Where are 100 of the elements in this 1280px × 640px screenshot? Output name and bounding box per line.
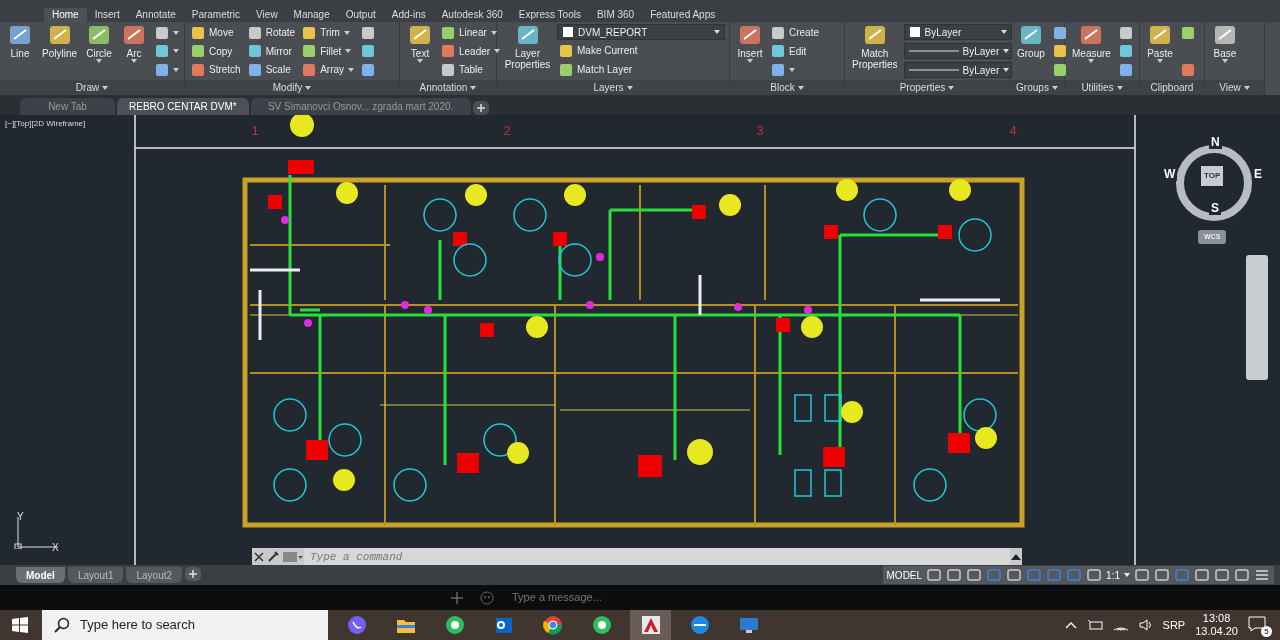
tool-button[interactable]: Layer Properties (501, 24, 554, 80)
notification-icon[interactable] (1248, 616, 1266, 633)
chevron-up-icon[interactable] (1064, 621, 1077, 629)
annotation-scale[interactable]: 1:1 (1106, 567, 1120, 583)
caret-icon[interactable] (173, 67, 180, 72)
compass-west[interactable]: W (1162, 167, 1178, 181)
model-space-toggle[interactable]: MODEL (886, 567, 923, 583)
caret-icon[interactable] (626, 85, 633, 90)
dropdown[interactable]: ByLayer (903, 43, 1012, 59)
caret-icon[interactable] (305, 85, 312, 90)
tool-button[interactable]: Edit (769, 42, 821, 60)
compass-north[interactable]: N (1209, 135, 1222, 149)
caret-icon[interactable] (348, 67, 355, 72)
tool-button[interactable]: Text (404, 24, 436, 80)
ribbon-tab[interactable]: Featured Apps (642, 8, 724, 22)
tool-button[interactable]: Leader (439, 42, 503, 60)
tool-button[interactable]: Create (769, 24, 821, 41)
status-icon[interactable] (1134, 568, 1150, 582)
status-icon[interactable] (946, 568, 963, 582)
menu-icon[interactable] (1254, 568, 1270, 582)
tool-button[interactable]: Match Properties (849, 24, 901, 80)
tool-button[interactable]: Arc (118, 24, 151, 80)
close-icon[interactable] (252, 550, 266, 563)
tool-button[interactable]: Rotate (245, 24, 298, 41)
tool-button[interactable]: Array (300, 61, 357, 78)
tool-button[interactable] (153, 24, 182, 41)
message-input[interactable]: Type a message... (510, 588, 660, 607)
tool-button[interactable] (1179, 61, 1197, 78)
panel-title[interactable]: Modify (272, 80, 303, 95)
tool-button[interactable] (1179, 24, 1197, 41)
language-indicator[interactable]: SRP (1162, 616, 1186, 634)
ribbon-tab[interactable]: Home (44, 8, 87, 22)
caret-icon[interactable] (1003, 68, 1010, 72)
compass-south[interactable]: S (1209, 201, 1221, 215)
tool-button[interactable]: Copy (189, 42, 243, 60)
taskbar-app[interactable] (630, 610, 671, 640)
caret-icon[interactable] (1243, 85, 1250, 90)
caret-icon[interactable] (714, 30, 720, 34)
tool-button[interactable]: Line (4, 24, 36, 80)
caret-icon[interactable] (1116, 85, 1123, 90)
layout-tab[interactable]: Model (16, 567, 65, 583)
expand-icon[interactable] (1010, 552, 1022, 561)
tool-button[interactable]: Paste (1144, 24, 1176, 80)
tool-button[interactable]: Measure (1069, 24, 1114, 80)
caret-icon[interactable] (345, 49, 352, 53)
dropdown[interactable]: ByLayer (903, 24, 1012, 40)
ribbon-tab[interactable]: Express Tools (510, 8, 589, 22)
status-icon[interactable] (1194, 568, 1210, 582)
caret-icon[interactable] (96, 59, 103, 63)
battery-icon[interactable] (1086, 619, 1103, 631)
status-icon[interactable] (1154, 568, 1170, 582)
caret-icon[interactable] (417, 59, 423, 63)
panel-title[interactable]: Layers (593, 80, 624, 95)
viewcube-face[interactable]: TOP (1201, 166, 1224, 186)
search-bar[interactable]: Type here to search (42, 610, 328, 640)
compass-east[interactable]: E (1252, 167, 1264, 181)
search-input[interactable]: Type here to search (78, 614, 308, 636)
caret-icon[interactable] (1124, 573, 1130, 577)
caret-icon[interactable] (490, 30, 497, 35)
ribbon-tab[interactable]: View (248, 8, 286, 22)
caret-icon[interactable] (797, 85, 804, 90)
command-input[interactable]: Type a command (304, 548, 1010, 565)
caret-icon[interactable] (1000, 30, 1007, 34)
panel-title[interactable]: Draw (75, 80, 100, 95)
start-icon[interactable] (12, 617, 28, 633)
tool-button[interactable]: Move (189, 24, 243, 41)
status-icon[interactable] (1086, 568, 1103, 582)
ribbon-tab[interactable]: Autodesk 360 (433, 8, 511, 22)
caret-icon[interactable] (131, 59, 138, 63)
emoji-icon[interactable] (480, 590, 494, 605)
tool-button[interactable]: Fillet (300, 42, 357, 60)
caret-icon[interactable] (1222, 59, 1228, 63)
speaker-icon[interactable] (1138, 619, 1153, 631)
ribbon-tab[interactable]: Insert (86, 8, 128, 22)
dropdown[interactable]: DVM_REPORT (557, 24, 725, 40)
tool-button[interactable]: Polyline (39, 24, 81, 80)
new-tab-icon[interactable] (472, 101, 489, 115)
ribbon-tab[interactable]: Parametric (183, 8, 249, 22)
tool-button[interactable]: Make Current (557, 42, 725, 59)
caret-icon[interactable] (789, 67, 795, 72)
status-icon[interactable] (1006, 568, 1023, 582)
caret-icon[interactable] (1051, 85, 1058, 90)
caret-icon[interactable] (1157, 59, 1163, 63)
status-icon[interactable] (926, 568, 943, 582)
caret-icon[interactable] (173, 30, 180, 35)
status-icon[interactable] (1234, 568, 1250, 582)
tool-button[interactable]: Scale (245, 61, 298, 78)
file-tab[interactable]: SV Simanovci Osnov... zgrada mart 2020. (250, 98, 471, 115)
tool-button[interactable]: Base (1209, 24, 1241, 80)
caret-icon[interactable] (948, 85, 955, 90)
clock-date[interactable]: 13.04.20 (1195, 625, 1238, 638)
caret-icon[interactable] (494, 49, 501, 53)
caret-icon[interactable] (343, 30, 350, 35)
tool-button[interactable]: Match Layer (557, 61, 725, 78)
viewport-label[interactable]: [−][Top][2D Wireframe] (5, 118, 86, 130)
add-layout-icon[interactable] (185, 567, 202, 581)
tool-button[interactable]: Insert (734, 24, 766, 80)
layout-tab[interactable]: Layout2 (126, 567, 183, 583)
tool-button[interactable]: Mirror (245, 42, 298, 60)
file-tab[interactable]: New Tab (20, 98, 115, 115)
